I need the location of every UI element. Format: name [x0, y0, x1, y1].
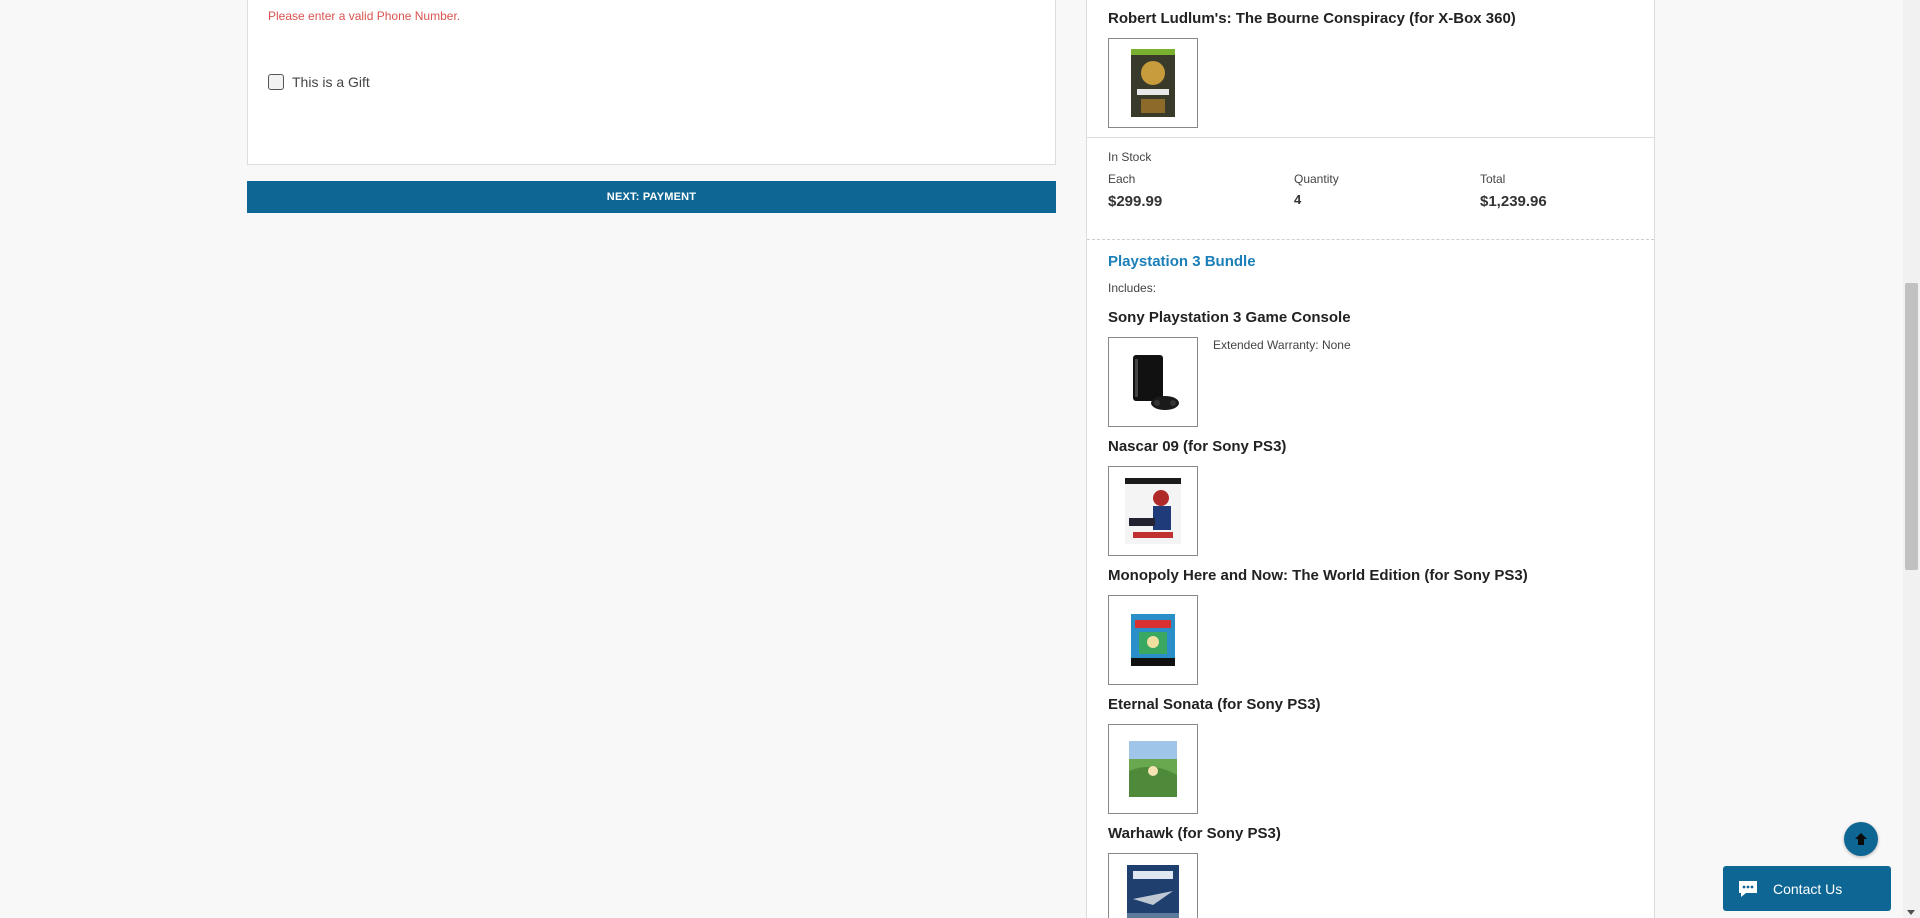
quantity-value: 4 [1294, 192, 1302, 207]
bundle-item-title: Nascar 09 (for Sony PS3) [1108, 438, 1287, 455]
bundle-item-title: Eternal Sonata (for Sony PS3) [1108, 696, 1321, 713]
total-label: Total [1480, 172, 1506, 186]
monopoly-cover-image [1108, 595, 1198, 685]
dashed-divider [1087, 239, 1654, 240]
includes-label: Includes: [1108, 281, 1157, 295]
chat-bubble-icon [1739, 880, 1757, 897]
bundle-item-title: Warhawk (for Sony PS3) [1108, 825, 1281, 842]
item-title-bourne: Robert Ludlum's: The Bourne Conspiracy (… [1108, 10, 1516, 27]
phone-error-message: Please enter a valid Phone Number. [268, 9, 461, 23]
extended-warranty-note: Extended Warranty: None [1213, 338, 1351, 352]
quantity-label: Quantity [1294, 172, 1339, 186]
bourne-cover-image [1108, 38, 1198, 128]
gift-label[interactable]: This is a Gift [292, 74, 370, 90]
contact-us-label[interactable]: Contact Us [1773, 881, 1842, 897]
scroll-down-arrow-icon[interactable] [1907, 910, 1915, 915]
stock-status: In Stock [1108, 150, 1152, 164]
bundle-item-title: Sony Playstation 3 Game Console [1108, 309, 1351, 326]
bundle-item-title: Monopoly Here and Now: The World Edition… [1108, 567, 1528, 584]
warhawk-cover-image [1108, 853, 1198, 918]
total-price: $1,239.96 [1480, 193, 1547, 210]
nascar-cover-image [1108, 466, 1198, 556]
scrollbar-thumb[interactable] [1905, 283, 1918, 570]
divider [1087, 137, 1654, 138]
shipping-form-card: Please enter a valid Phone Number. This … [247, 0, 1056, 165]
gift-checkbox[interactable] [268, 74, 284, 90]
ps3-console-image [1108, 337, 1198, 427]
each-label: Each [1108, 172, 1136, 186]
page-scrollbar[interactable] [1903, 0, 1920, 918]
bundle-title-link[interactable]: Playstation 3 Bundle [1108, 253, 1256, 270]
next-payment-button[interactable]: NEXT: PAYMENT [247, 181, 1056, 213]
each-price: $299.99 [1108, 193, 1163, 210]
order-summary: Robert Ludlum's: The Bourne Conspiracy (… [1086, 0, 1655, 918]
arrow-up-icon [1855, 833, 1867, 845]
eternal-sonata-cover-image [1108, 724, 1198, 814]
contact-us-button[interactable]: Contact Us [1723, 866, 1891, 911]
gift-option[interactable]: This is a Gift [268, 74, 370, 90]
back-to-top-button[interactable] [1844, 822, 1878, 856]
